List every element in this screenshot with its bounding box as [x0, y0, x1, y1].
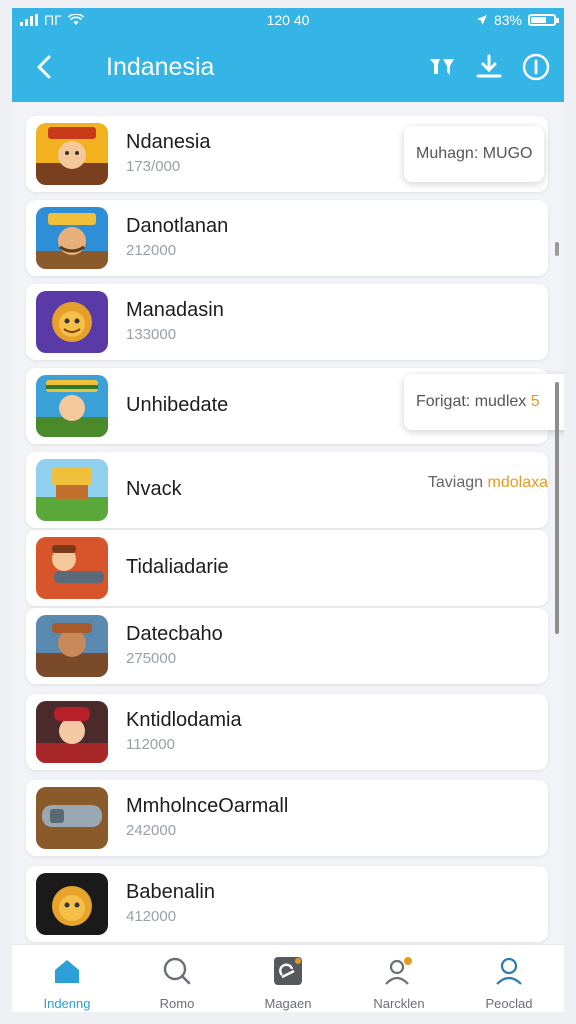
tab-search[interactable]: Romo	[122, 945, 232, 1012]
app-thumbnail	[36, 207, 108, 269]
app-name: Ndanesia	[126, 131, 211, 153]
app-bar: Indanesia	[12, 34, 564, 102]
contacts-icon	[385, 957, 412, 985]
app-name: Babenalin	[126, 881, 215, 903]
app-number: 173/000	[126, 158, 181, 175]
app-thumbnail	[36, 459, 108, 521]
list-item[interactable]: Nvack Taviagn mdolaxa	[26, 452, 548, 528]
forigat-popup[interactable]: Forigat: mudlex 5	[404, 374, 564, 430]
app-number: 112000	[126, 736, 175, 753]
tab-home[interactable]: Indenng	[12, 945, 122, 1012]
tag-highlight: mdolaxa	[487, 474, 548, 491]
battery-icon	[528, 14, 559, 26]
tab-label: Peoclad	[485, 996, 533, 1011]
app-name: Manadasin	[126, 299, 224, 321]
app-list: Ndanesia 173/000 Danotlanan 212000 Manad…	[12, 102, 564, 944]
filter-icon[interactable]	[425, 50, 459, 84]
app-name: Unhibedate	[126, 394, 229, 416]
app-name: MmholnceOarmall	[126, 795, 289, 817]
list-item[interactable]: MmholnceOarmall 242000	[26, 780, 548, 856]
app-name: Tidaliadarie	[126, 556, 229, 578]
home-icon	[55, 960, 79, 983]
app-number: 275000	[126, 650, 177, 667]
app-thumbnail	[36, 873, 108, 935]
app-name: Danotlanan	[126, 215, 229, 237]
app-name: Datecbaho	[126, 623, 223, 645]
app-thumbnail	[36, 701, 108, 763]
scrollbar[interactable]	[555, 382, 559, 634]
scroll-indicator-top	[555, 242, 559, 256]
download-icon[interactable]	[472, 50, 506, 84]
app-name: Kntidlodamia	[126, 709, 242, 731]
tag-prefix: Taviagn	[427, 474, 484, 491]
muhagn-popup[interactable]: Muhagn: MUGO	[404, 126, 545, 182]
taviagn-tag[interactable]: Taviagn mdolaxa	[428, 474, 548, 492]
app-thumbnail	[36, 123, 108, 185]
phone-screen: ΠΓ 120 40 83% Indanesia Ndanesia 173/000	[12, 8, 564, 1012]
app-number: 212000	[126, 242, 177, 259]
forigat-label: Forigat: mudlex	[416, 393, 527, 410]
app-thumbnail	[36, 615, 108, 677]
status-bar: ΠΓ 120 40 83%	[12, 8, 564, 34]
app-thumbnail	[36, 375, 108, 437]
location-icon	[476, 15, 487, 25]
app-number: 242000	[126, 822, 177, 839]
back-arrow-icon[interactable]	[28, 50, 62, 84]
forigat-badge: 5	[530, 393, 540, 410]
profile-icon	[496, 957, 522, 985]
list-item[interactable]: Kntidlodamia 112000	[26, 694, 548, 770]
tab-profile[interactable]: Peoclad	[454, 945, 564, 1012]
list-item[interactable]: Datecbaho 275000	[26, 608, 548, 684]
bottom-tab-bar: Indenng Romo Magaen Narcklen Peoclad	[12, 944, 564, 1012]
page-title: Indanesia	[106, 53, 215, 81]
list-item[interactable]: Manadasin 133000	[26, 284, 548, 360]
list-item[interactable]: Babenalin 412000	[26, 866, 548, 942]
app-thumbnail	[36, 787, 108, 849]
app-number: 133000	[126, 326, 177, 343]
tab-label: Indenng	[43, 996, 91, 1011]
list-item[interactable]: Tidaliadarie	[26, 530, 548, 606]
tab-label: Magaen	[264, 996, 312, 1011]
gallery-icon	[274, 957, 302, 985]
app-name: Nvack	[126, 478, 182, 500]
status-right: 83%	[476, 12, 559, 28]
info-icon[interactable]	[519, 50, 553, 84]
app-thumbnail	[36, 291, 108, 353]
battery-percent: 83%	[493, 12, 522, 28]
app-thumbnail	[36, 537, 108, 599]
list-item[interactable]: Danotlanan 212000	[26, 200, 548, 276]
tab-label: Narcklen	[373, 996, 425, 1011]
search-icon	[163, 957, 191, 985]
tab-gallery[interactable]: Magaen	[233, 945, 343, 1012]
app-number: 412000	[126, 908, 177, 925]
tab-contacts[interactable]: Narcklen	[344, 945, 454, 1012]
tab-label: Romo	[159, 996, 195, 1011]
